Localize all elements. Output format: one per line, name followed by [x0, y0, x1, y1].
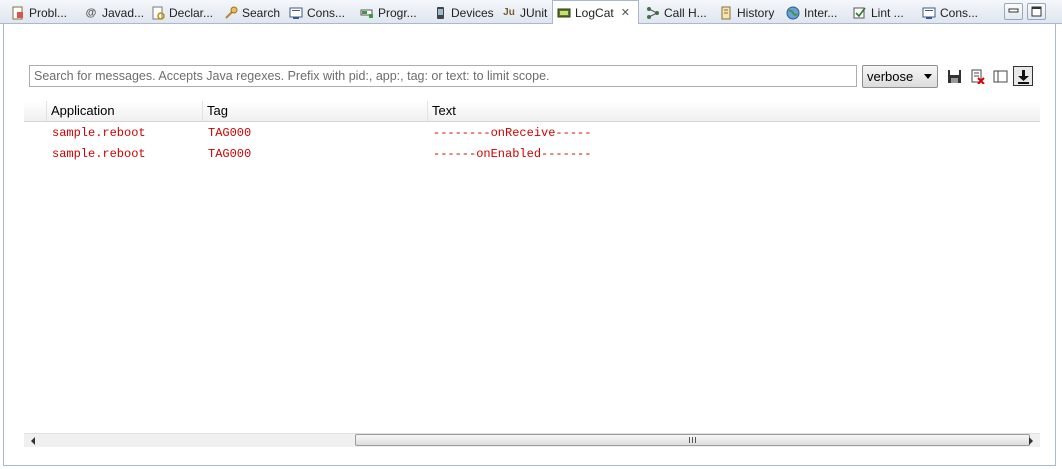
log-level-value: verbose [867, 69, 914, 84]
tab-logcat[interactable]: LogCat ✕ [552, 0, 639, 24]
chevron-down-icon [924, 74, 932, 79]
lint-icon [853, 6, 867, 20]
progress-icon [360, 6, 374, 20]
cell-text: ------onEnabled------- [433, 147, 592, 161]
search-icon [224, 6, 238, 20]
save-log-icon [947, 69, 961, 83]
tab-call-hierarchy[interactable]: Call H... [642, 1, 711, 24]
log-table-header: Application Tag Text [24, 101, 1040, 122]
logcat-icon [557, 6, 571, 20]
table-row[interactable]: sample.reboot TAG000 ------onEnabled----… [24, 144, 1040, 165]
grip-icon [689, 437, 696, 443]
cell-tag: TAG000 [208, 126, 252, 140]
tab-lint[interactable]: Lint ... [849, 1, 908, 24]
tab-label: Cons... [307, 5, 346, 20]
tab-search[interactable]: Search [220, 1, 284, 24]
tab-problems[interactable]: Probl... [7, 1, 71, 24]
column-header-text[interactable]: Text [427, 101, 1040, 121]
tab-label: JUnit [520, 5, 548, 20]
table-row[interactable]: sample.reboot TAG000 --------onReceive--… [24, 123, 1040, 144]
tab-label: History [737, 5, 775, 20]
javadoc-icon: @ [85, 6, 97, 19]
scroll-lock-icon [1017, 69, 1029, 84]
tab-progress[interactable]: Progr... [356, 1, 421, 24]
call-hierarchy-icon [646, 6, 660, 20]
tab-label: Lint ... [871, 5, 904, 20]
toggle-filters-icon [993, 70, 1007, 82]
chevron-left-icon [31, 436, 35, 445]
clear-log-icon [971, 69, 985, 84]
tab-label: Cons... [940, 5, 979, 20]
maximize-icon [1031, 6, 1042, 17]
tab-label: Search [242, 5, 281, 20]
toggle-filters-button[interactable] [990, 66, 1010, 86]
horizontal-scrollbar[interactable] [24, 433, 1040, 447]
tab-javadoc[interactable]: @ Javad... [80, 1, 148, 24]
cell-tag: TAG000 [208, 147, 252, 161]
cell-application: sample.reboot [52, 126, 146, 140]
tab-label: LogCat [575, 5, 614, 20]
console-icon [289, 6, 303, 20]
globe-icon [786, 6, 800, 20]
tab-label: Probl... [29, 5, 68, 20]
log-level-select[interactable]: verbose [862, 65, 938, 88]
tab-console[interactable]: Cons... [285, 1, 349, 24]
junit-icon: Ju [503, 7, 515, 18]
clear-log-button[interactable] [967, 66, 987, 86]
history-icon [719, 6, 733, 20]
save-log-button[interactable] [944, 66, 964, 86]
tab-label: Call H... [664, 5, 707, 20]
problems-icon [11, 6, 25, 20]
scroll-lock-button[interactable] [1013, 66, 1033, 86]
declaration-icon [151, 6, 165, 20]
device-icon [433, 6, 447, 20]
tab-history[interactable]: History [715, 1, 778, 24]
tab-junit[interactable]: Ju JUnit [498, 1, 551, 24]
tab-internet[interactable]: Inter... [782, 1, 841, 24]
tab-devices[interactable]: Devices [429, 1, 498, 24]
tab-declaration[interactable]: Declar... [147, 1, 217, 24]
tab-label: Devices [451, 5, 494, 20]
cell-application: sample.reboot [52, 147, 146, 161]
tab-label: Declar... [169, 5, 214, 20]
scrollbar-thumb[interactable] [355, 434, 1030, 446]
close-icon[interactable]: ✕ [621, 6, 630, 19]
column-header-application[interactable]: Application [46, 101, 202, 121]
tab-console-2[interactable]: Cons... [918, 1, 982, 24]
tab-label: Inter... [804, 5, 838, 20]
column-header-level[interactable] [24, 101, 46, 121]
scroll-left-button[interactable] [26, 434, 40, 447]
tab-label: Progr... [378, 5, 417, 20]
search-input[interactable] [29, 65, 857, 87]
maximize-button[interactable] [1027, 3, 1046, 20]
minimize-icon [1008, 8, 1019, 13]
chevron-right-icon [1029, 436, 1033, 445]
cell-text: --------onReceive----- [433, 126, 592, 140]
view-tab-bar: Probl... @ Javad... Declar... Search Con… [0, 0, 1062, 24]
scroll-right-button[interactable] [1024, 434, 1038, 447]
minimize-button[interactable] [1004, 3, 1023, 20]
console-icon [922, 6, 936, 20]
column-header-tag[interactable]: Tag [202, 101, 427, 121]
tab-label: Javad... [102, 5, 145, 20]
